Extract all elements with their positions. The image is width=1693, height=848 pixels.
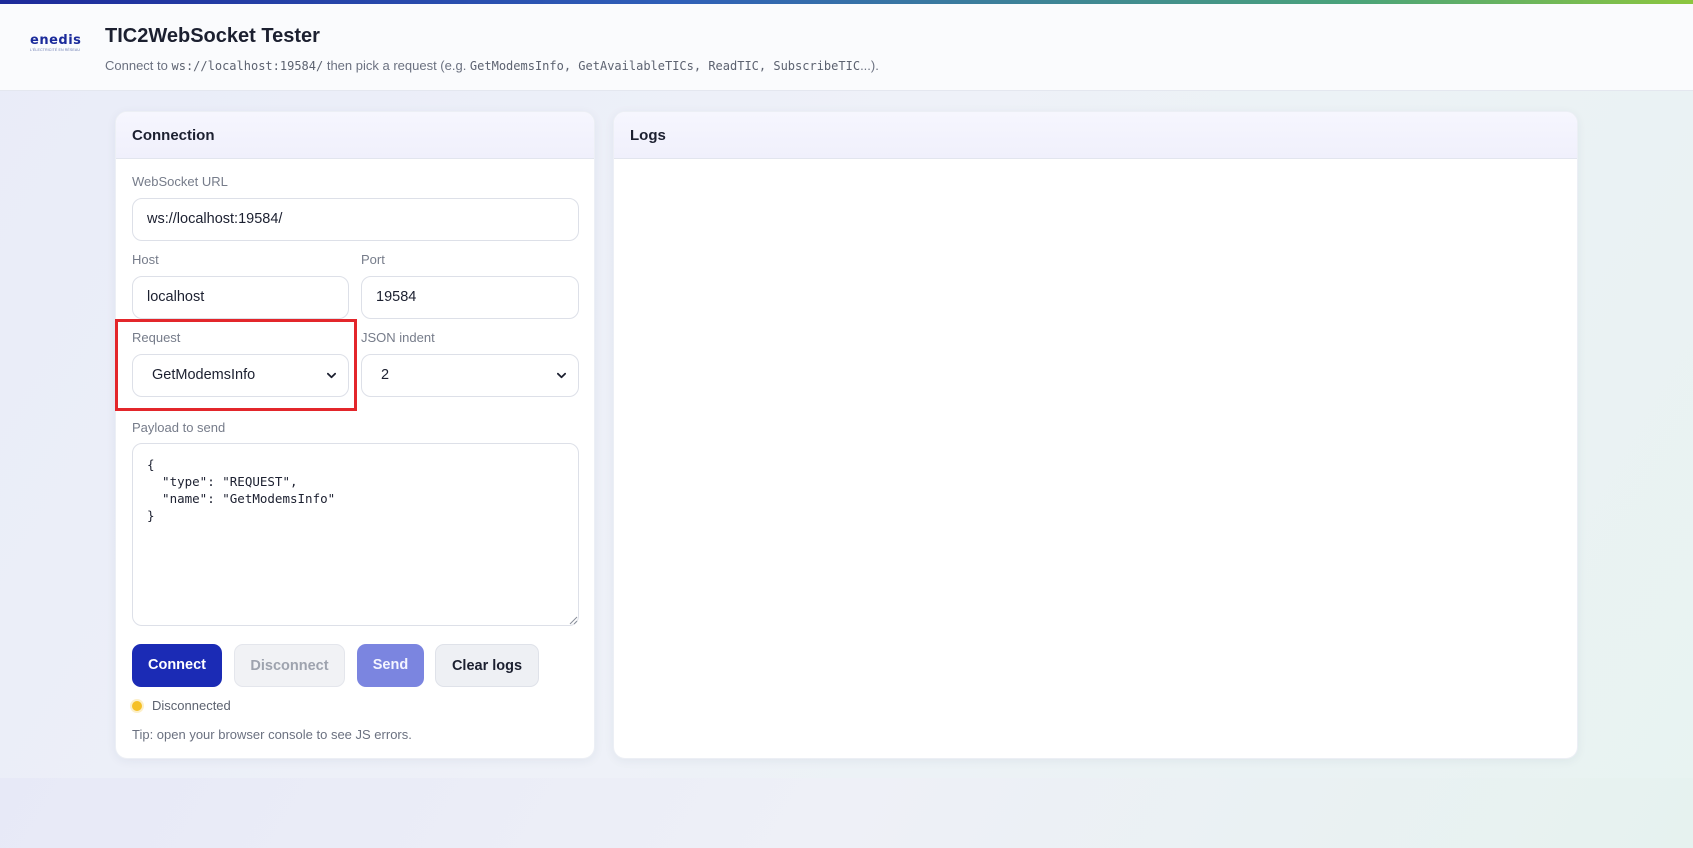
subtitle-suffix: ...).: [860, 58, 879, 73]
logs-panel: Logs: [613, 111, 1578, 759]
logo-wordmark: enedis: [30, 33, 82, 48]
connection-panel: Connection WebSocket URL ws://localhost:…: [115, 111, 595, 759]
chevron-down-icon: [327, 372, 336, 379]
page-title: TIC2WebSocket Tester: [105, 25, 320, 47]
logs-output[interactable]: [614, 160, 1577, 758]
subtitle-examples: GetModemsInfo, GetAvailableTICs, ReadTIC…: [469, 59, 861, 73]
host-input[interactable]: localhost: [132, 276, 349, 319]
chevron-down-icon: [557, 372, 566, 379]
request-label: Request: [132, 330, 181, 345]
send-button[interactable]: Send: [357, 644, 424, 687]
app-header: enedis L'ÉLECTRICITÉ EN RÉSEAU TIC2WebSo…: [0, 4, 1693, 91]
subtitle-middle: then pick a request (e.g.: [323, 58, 470, 73]
connection-status: Disconnected: [152, 698, 231, 713]
port-input[interactable]: 19584: [361, 276, 579, 319]
resize-grip-icon[interactable]: [569, 616, 578, 625]
connect-button[interactable]: Connect: [132, 644, 222, 687]
payload-label: Payload to send: [132, 420, 226, 435]
status-indicator-icon: [132, 701, 142, 711]
ws-url-input[interactable]: ws://localhost:19584/: [132, 198, 579, 241]
request-select-value: GetModemsInfo: [152, 367, 256, 383]
page-footer-band: [0, 778, 1693, 848]
disconnect-button[interactable]: Disconnect: [234, 644, 345, 687]
port-label: Port: [361, 252, 385, 267]
page-subtitle: Connect to ws://localhost:19584/ then pi…: [105, 58, 879, 73]
ws-url-label: WebSocket URL: [132, 174, 228, 189]
clear-logs-button[interactable]: Clear logs: [435, 644, 539, 687]
subtitle-prefix: Connect to: [105, 58, 172, 73]
json-indent-label: JSON indent: [361, 330, 435, 345]
subtitle-url: ws://localhost:19584/: [171, 59, 324, 73]
logo-tagline: L'ÉLECTRICITÉ EN RÉSEAU: [30, 48, 81, 52]
host-label: Host: [132, 252, 159, 267]
payload-textarea[interactable]: { "type": "REQUEST", "name": "GetModemsI…: [132, 443, 579, 626]
json-indent-select-value: 2: [381, 367, 390, 383]
request-select[interactable]: GetModemsInfo: [132, 354, 349, 397]
json-indent-select[interactable]: 2: [361, 354, 579, 397]
connection-panel-title: Connection: [116, 112, 594, 159]
logs-panel-title: Logs: [614, 112, 1577, 159]
tip-text: Tip: open your browser console to see JS…: [132, 727, 412, 742]
enedis-logo: enedis L'ÉLECTRICITÉ EN RÉSEAU: [30, 34, 84, 60]
